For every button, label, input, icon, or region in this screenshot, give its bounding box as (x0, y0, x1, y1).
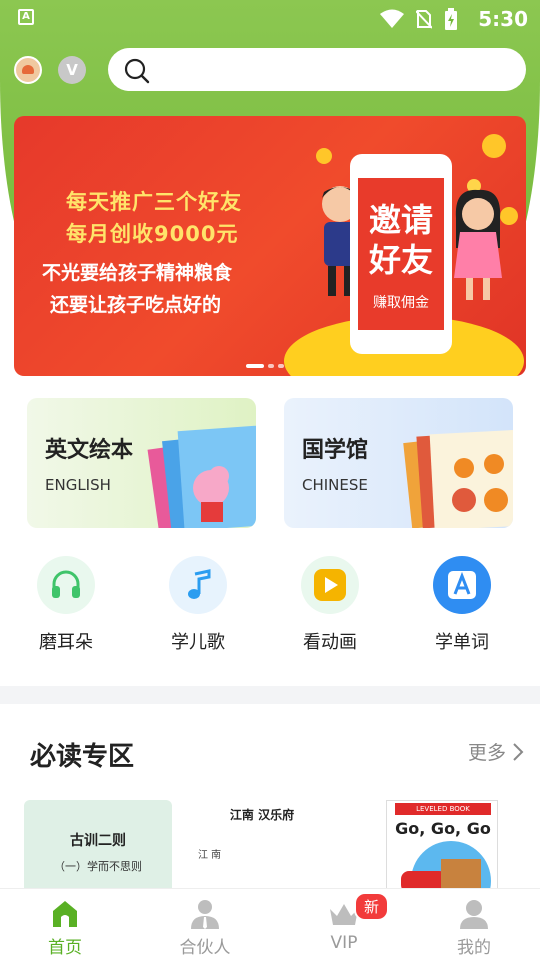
book-cover[interactable]: LEVELED BOOK Go, Go, Go (386, 800, 498, 890)
tab-home[interactable]: 首页 (15, 889, 115, 960)
banner-dot[interactable] (278, 364, 284, 368)
func-cartoons[interactable]: 看动画 (275, 556, 385, 654)
more-label: 更多 (467, 742, 506, 764)
phone-title: 邀请好友 (368, 201, 433, 279)
tab-label: 合伙人 (179, 938, 231, 958)
tab-profile[interactable]: 我的 (424, 889, 524, 960)
battery-icon (445, 8, 457, 30)
vip-new-badge: 新 (354, 892, 390, 921)
card-title: 国学馆 (302, 438, 369, 463)
user-avatar[interactable] (14, 56, 42, 84)
tab-label: 我的 (457, 938, 491, 958)
banner-line-3: 不光要给孩子精神粮食 (42, 262, 233, 284)
chevron-right-icon (513, 742, 524, 761)
banner-pagination[interactable] (246, 364, 284, 368)
letter-a-icon[interactable] (433, 556, 491, 614)
book-cover[interactable]: 古训二则 （一）学而不思则 (24, 800, 172, 890)
card-title: 英文绘本 (45, 438, 134, 463)
banner-dot[interactable] (268, 364, 274, 368)
func-listen[interactable]: 磨耳朵 (11, 556, 121, 654)
headphones-icon[interactable] (37, 556, 95, 614)
car-illustration-icon (401, 841, 491, 889)
card-chinese-classics[interactable]: 国学馆 CHINESE (284, 398, 513, 528)
book-cover[interactable]: 江南 汉乐府 江 南 (192, 800, 332, 890)
partner-icon (191, 900, 219, 929)
banner-dot-active[interactable] (246, 364, 264, 368)
banner-line-1: 每天推广三个好友 (66, 190, 242, 214)
bottom-tab-bar: 首页 合伙人 VIP 我的 (0, 888, 540, 960)
play-icon[interactable] (301, 556, 359, 614)
no-sim-icon (416, 10, 432, 29)
more-link[interactable]: 更多 (468, 738, 524, 765)
book-line: （一）学而不思则 (54, 860, 142, 873)
phone-subtitle: 赚取佣金 (373, 295, 429, 311)
home-icon (53, 901, 77, 927)
section-title: 必读专区 (30, 742, 135, 772)
func-label: 看动画 (303, 632, 357, 653)
search-bar[interactable] (108, 48, 526, 91)
status-icons (380, 8, 458, 30)
card-subtitle: CHINESE (302, 476, 368, 494)
book-line: 江 南 (198, 850, 222, 861)
func-songs[interactable]: 学儿歌 (143, 556, 253, 654)
wifi-icon (380, 9, 404, 28)
card-english-picture-books[interactable]: 英文绘本 ENGLISH (27, 398, 256, 528)
func-label: 学儿歌 (171, 632, 225, 653)
book-tag: LEVELED BOOK (395, 803, 491, 815)
tab-partner[interactable]: 合伙人 (155, 889, 255, 960)
banner-line-4: 还要让孩子吃点好的 (50, 294, 222, 316)
tab-label: 首页 (48, 938, 82, 958)
app-notification-icon: A (18, 9, 34, 25)
status-bar: A 5:30 (0, 0, 540, 36)
func-label: 磨耳朵 (39, 632, 93, 653)
diary-book-icon (403, 429, 513, 528)
tab-label: VIP (330, 933, 358, 953)
func-words[interactable]: 学单词 (407, 556, 517, 654)
book-title: 古训二则 (70, 833, 126, 849)
book-title: 江南 汉乐府 (229, 808, 295, 822)
func-label: 学单词 (435, 632, 489, 653)
peppa-book-icon (147, 424, 256, 528)
status-time: 5:30 (478, 7, 528, 31)
girl-character-icon (454, 189, 502, 300)
banner-line-2: 每月创收9000元 (66, 222, 239, 246)
section-divider (0, 686, 540, 704)
vip-badge-icon[interactable]: V (58, 56, 86, 84)
card-subtitle: ENGLISH (45, 476, 111, 494)
search-icon (124, 58, 150, 84)
profile-icon (460, 900, 488, 929)
book-title: Go, Go, Go (395, 819, 491, 838)
promo-banner[interactable]: 每天推广三个好友 每月创收9000元 不光要给孩子精神粮食 还要让孩子吃点好的 … (14, 116, 526, 376)
music-note-icon[interactable] (169, 556, 227, 614)
